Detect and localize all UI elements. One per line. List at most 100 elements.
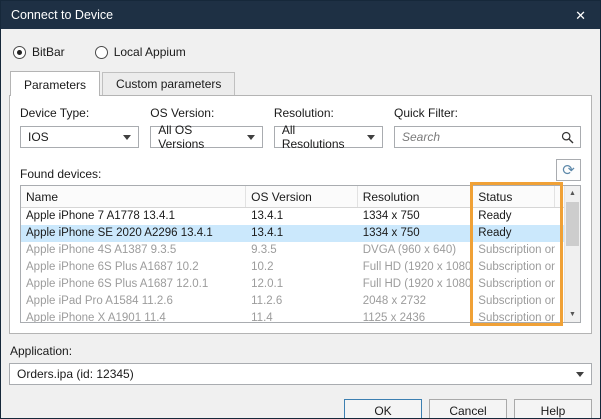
device-type-dropdown[interactable]: IOS <box>20 126 139 148</box>
scrollbar-thumb[interactable] <box>566 202 579 246</box>
search-icon <box>561 131 574 144</box>
devices-table-wrap: Name OS Version Resolution Status Apple … <box>20 185 581 323</box>
dialog-buttons: OK Cancel Help <box>9 399 592 419</box>
os-version-dropdown[interactable]: All OS Versions <box>150 126 263 148</box>
refresh-button[interactable]: ⟳ <box>556 159 581 181</box>
device-row[interactable]: Apple iPhone 4S A1387 9.3.59.3.5DVGA (96… <box>21 242 564 259</box>
tab-custom-parameters[interactable]: Custom parameters <box>102 72 235 95</box>
column-header-name[interactable]: Name <box>21 186 246 207</box>
quick-filter-box <box>394 126 581 148</box>
device-cell-filler <box>555 276 564 293</box>
column-header-os-version[interactable]: OS Version <box>246 186 358 207</box>
device-cell-os: 13.4.1 <box>246 225 358 242</box>
device-cell-os: 11.4 <box>246 310 358 323</box>
os-version-value: All OS Versions <box>158 123 241 151</box>
device-row[interactable]: Apple iPhone SE 2020 A2296 13.4.113.4.11… <box>21 225 564 242</box>
device-cell-name: Apple iPhone 6S Plus A1687 10.2 <box>21 259 246 276</box>
table-scrollbar[interactable]: ▲ ▼ <box>564 186 580 322</box>
device-cell-name: Apple iPhone SE 2020 A2296 13.4.1 <box>21 225 246 242</box>
parameters-tab-page: Device Type: IOS OS Version: All OS Vers… <box>9 95 592 334</box>
devices-table-body: Apple iPhone 7 A1778 13.4.113.4.11334 x … <box>21 208 564 323</box>
column-header-status[interactable]: Status <box>473 186 555 207</box>
search-input[interactable] <box>402 130 557 144</box>
device-cell-resolution: Full HD (1920 x 1080) <box>358 276 474 293</box>
device-cell-resolution: 1334 x 750 <box>358 225 474 242</box>
radio-bitbar-label: BitBar <box>32 45 65 59</box>
device-cell-status: Subscription only <box>473 242 555 259</box>
dialog-titlebar: Connect to Device ✕ <box>1 1 600 29</box>
radio-bitbar[interactable]: BitBar <box>13 45 65 59</box>
os-version-label: OS Version: <box>150 106 263 120</box>
application-label: Application: <box>10 344 592 358</box>
device-cell-filler <box>555 293 564 310</box>
device-row[interactable]: Apple iPhone X A1901 11.411.41125 x 2436… <box>21 310 564 323</box>
quick-filter-label: Quick Filter: <box>394 106 581 120</box>
filter-row: Device Type: IOS OS Version: All OS Vers… <box>20 106 581 148</box>
device-cell-filler <box>555 310 564 323</box>
devices-table: Name OS Version Resolution Status Apple … <box>20 185 581 323</box>
radio-selected-icon <box>13 46 26 59</box>
application-dropdown[interactable]: Orders.ipa (id: 12345) <box>9 363 592 385</box>
radio-unselected-icon <box>95 46 108 59</box>
connection-mode-group: BitBar Local Appium <box>9 37 592 70</box>
resolution-label: Resolution: <box>274 106 383 120</box>
radio-local-appium[interactable]: Local Appium <box>95 45 186 59</box>
device-row[interactable]: Apple iPhone 6S Plus A1687 10.210.2Full … <box>21 259 564 276</box>
device-cell-filler <box>555 242 564 259</box>
resolution-value: All Resolutions <box>282 123 361 151</box>
device-type-label: Device Type: <box>20 106 139 120</box>
close-icon[interactable]: ✕ <box>571 7 590 24</box>
device-cell-resolution: Full HD (1920 x 1080) <box>358 259 474 276</box>
device-cell-resolution: 1334 x 750 <box>358 208 474 225</box>
device-cell-status: Subscription only <box>473 310 555 323</box>
device-cell-status: Subscription only <box>473 276 555 293</box>
device-cell-name: Apple iPad Pro A1584 11.2.6 <box>21 293 246 310</box>
device-cell-status: Ready <box>473 208 555 225</box>
dialog-body: BitBar Local Appium Parameters Custom pa… <box>1 29 600 419</box>
device-row[interactable]: Apple iPhone 7 A1778 13.4.113.4.11334 x … <box>21 208 564 225</box>
device-cell-resolution: DVGA (960 x 640) <box>358 242 474 259</box>
cancel-button[interactable]: Cancel <box>429 399 507 419</box>
device-type-value: IOS <box>28 130 49 144</box>
application-value: Orders.ipa (id: 12345) <box>17 367 134 381</box>
radio-local-appium-label: Local Appium <box>114 45 186 59</box>
device-cell-name: Apple iPhone X A1901 11.4 <box>21 310 246 323</box>
device-cell-os: 9.3.5 <box>246 242 358 259</box>
device-cell-filler <box>555 208 564 225</box>
device-row[interactable]: Apple iPad Pro A1584 11.2.611.2.62048 x … <box>21 293 564 310</box>
chevron-down-icon <box>576 372 584 377</box>
device-cell-status: Subscription only <box>473 293 555 310</box>
scroll-down-icon[interactable]: ▼ <box>565 307 580 322</box>
found-devices-label: Found devices: <box>20 167 101 181</box>
dialog-title: Connect to Device <box>11 8 113 22</box>
resolution-dropdown[interactable]: All Resolutions <box>274 126 383 148</box>
table-header: Name OS Version Resolution Status <box>21 186 564 208</box>
column-header-resolution[interactable]: Resolution <box>358 186 474 207</box>
connect-to-device-dialog: Connect to Device ✕ BitBar Local Appium … <box>0 0 601 419</box>
device-cell-os: 13.4.1 <box>246 208 358 225</box>
device-cell-filler <box>555 259 564 276</box>
chevron-down-icon <box>247 135 255 140</box>
device-cell-os: 11.2.6 <box>246 293 358 310</box>
device-cell-resolution: 2048 x 2732 <box>358 293 474 310</box>
device-cell-name: Apple iPhone 6S Plus A1687 12.0.1 <box>21 276 246 293</box>
help-button[interactable]: Help <box>514 399 592 419</box>
found-devices-header: Found devices: ⟳ <box>20 159 581 181</box>
device-cell-status: Ready <box>473 225 555 242</box>
device-row[interactable]: Apple iPhone 6S Plus A1687 12.0.112.0.1F… <box>21 276 564 293</box>
chevron-down-icon <box>123 135 131 140</box>
device-cell-name: Apple iPhone 7 A1778 13.4.1 <box>21 208 246 225</box>
chevron-down-icon <box>367 135 375 140</box>
device-cell-name: Apple iPhone 4S A1387 9.3.5 <box>21 242 246 259</box>
device-cell-os: 12.0.1 <box>246 276 358 293</box>
refresh-icon: ⟳ <box>562 163 575 178</box>
tab-parameters[interactable]: Parameters <box>10 71 100 96</box>
device-cell-resolution: 1125 x 2436 <box>358 310 474 323</box>
ok-button[interactable]: OK <box>344 399 422 419</box>
device-cell-status: Subscription only <box>473 259 555 276</box>
tab-bar: Parameters Custom parameters <box>10 70 592 95</box>
column-header-filler <box>555 186 564 207</box>
scroll-up-icon[interactable]: ▲ <box>565 186 580 201</box>
device-cell-filler <box>555 225 564 242</box>
device-cell-os: 10.2 <box>246 259 358 276</box>
